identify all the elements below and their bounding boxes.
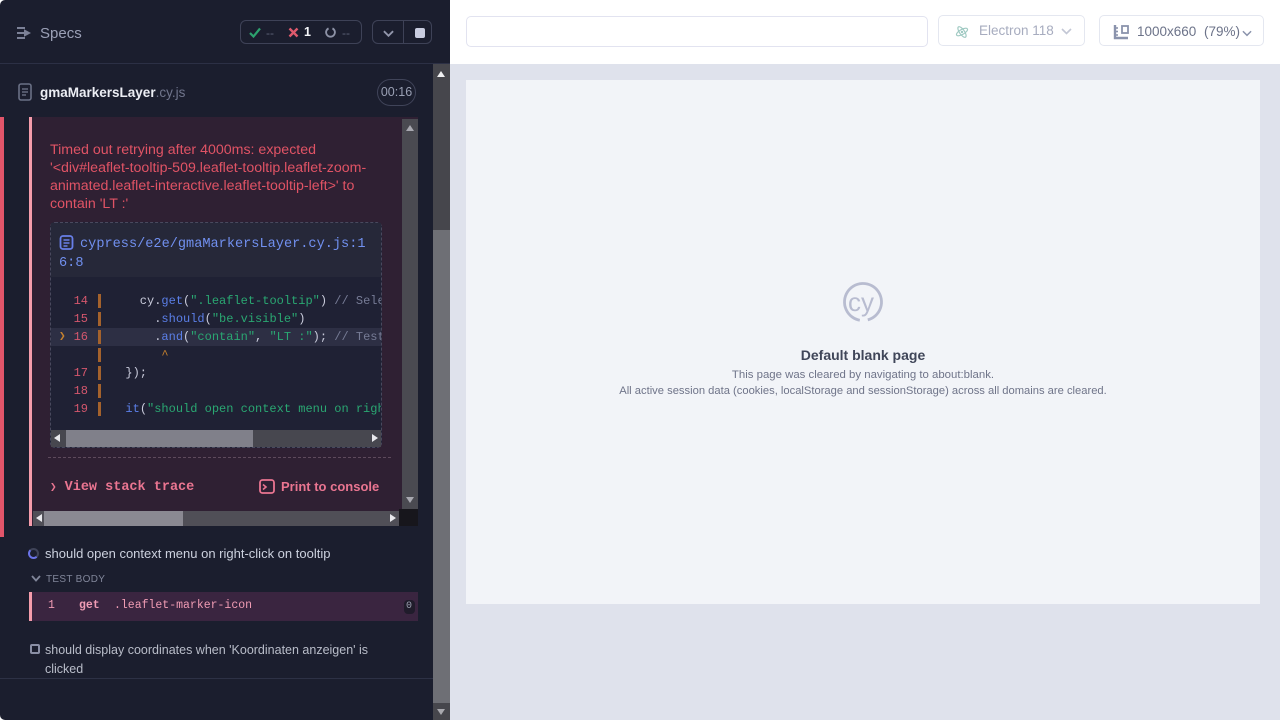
svg-text:y: y xyxy=(861,287,874,317)
svg-text:c: c xyxy=(848,287,861,317)
